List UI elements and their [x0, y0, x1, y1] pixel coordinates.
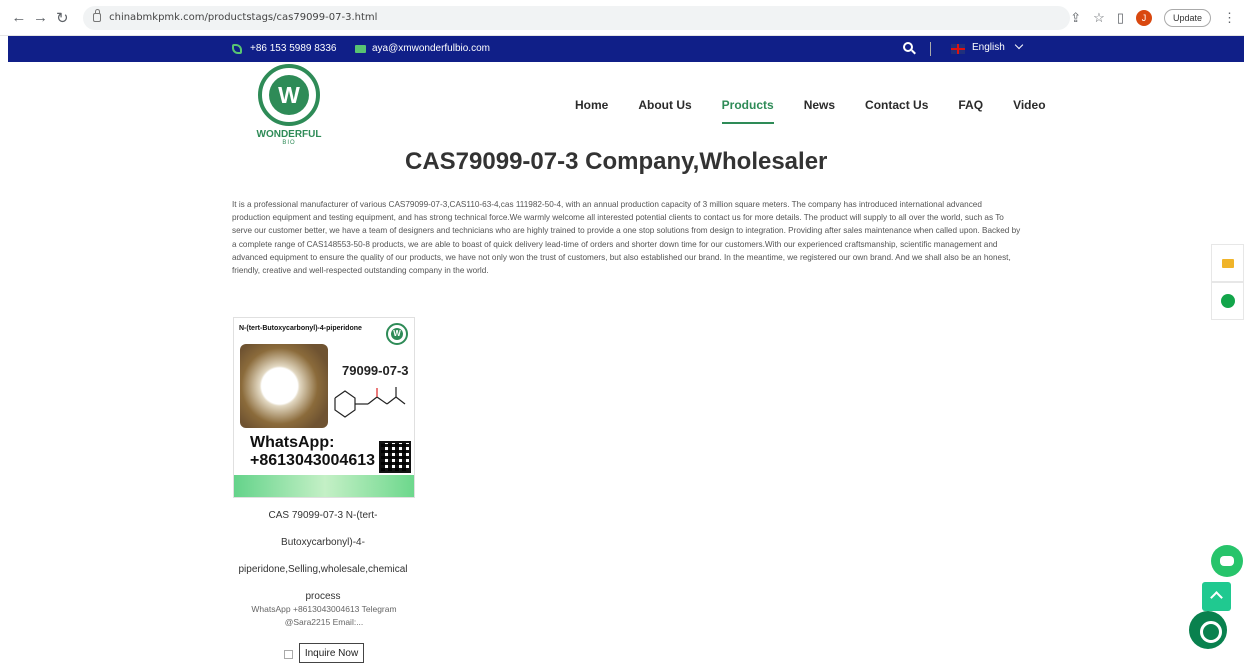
product-photo	[240, 344, 328, 428]
image-green-band	[234, 475, 414, 497]
product-summary-line: WhatsApp +8613043004613 Telegram	[251, 604, 397, 614]
browser-actions: ⇪ ☆ ▯ J Update ⋮	[1070, 8, 1236, 27]
image-whatsapp-label: WhatsApp:	[250, 434, 335, 451]
product-name-link[interactable]: CAS 79099-07-3 N-(tert- Butoxycarbonyl)-…	[232, 502, 414, 610]
phone-icon	[232, 43, 242, 54]
browser-toolbar: ← → ↻ chinabmkpmk.com/productstags/cas79…	[0, 0, 1244, 36]
email-contact[interactable]: aya@xmwonderfulbio.com	[355, 43, 490, 54]
chevron-down-icon[interactable]	[1014, 40, 1024, 50]
image-cas-number: 79099-07-3	[342, 363, 409, 378]
product-checkbox[interactable]	[284, 650, 293, 659]
page-description: It is a professional manufacturer of var…	[232, 200, 1021, 276]
image-logo-letter: W	[391, 328, 403, 340]
chat-bubble-icon[interactable]	[1211, 545, 1243, 577]
image-whatsapp: WhatsApp: +8613043004613	[250, 434, 375, 470]
side-whatsapp-button[interactable]	[1211, 282, 1244, 320]
nav-products[interactable]: Products	[707, 98, 789, 124]
search-icon[interactable]	[903, 42, 913, 52]
phone-contact[interactable]: +86 153 5989 8336	[232, 43, 336, 54]
image-product-title: N-(tert-Butoxycarbonyl)-4-piperidone	[239, 325, 362, 332]
product-name-line: Butoxycarbonyl)-4-	[281, 537, 365, 548]
phone-number: +86 153 5989 8336	[250, 43, 337, 54]
image-whatsapp-number: +8613043004613	[250, 452, 376, 469]
nav-about-us[interactable]: About Us	[623, 98, 706, 112]
support-chat-icon[interactable]	[1189, 611, 1227, 649]
reload-icon[interactable]: ↻	[51, 7, 73, 29]
main-nav: Home About Us Products News Contact Us F…	[560, 98, 1061, 124]
sidebar-icon[interactable]: ▯	[1117, 10, 1124, 26]
update-button[interactable]: Update	[1163, 8, 1211, 27]
uk-flag-icon[interactable]	[951, 44, 965, 54]
logo-circle: W	[258, 64, 320, 126]
star-icon[interactable]: ☆	[1093, 10, 1105, 26]
profile-avatar[interactable]: J	[1135, 9, 1152, 26]
separator	[930, 42, 931, 56]
address-bar[interactable]: chinabmkpmk.com/productstags/cas79099-07…	[83, 5, 1071, 30]
site-logo[interactable]: W WONDERFUL BIO	[254, 64, 324, 154]
nav-home[interactable]: Home	[560, 98, 623, 112]
nav-faq[interactable]: FAQ	[943, 98, 998, 112]
top-contact-bar: +86 153 5989 8336 aya@xmwonderfulbio.com…	[8, 36, 1244, 62]
inquire-now-button[interactable]: Inquire Now	[299, 643, 364, 663]
mail-icon	[1221, 258, 1234, 268]
nav-news[interactable]: News	[789, 98, 850, 112]
page-title: CAS79099-07-3 Company,Wholesaler	[405, 148, 828, 175]
image-logo-icon: W	[386, 323, 408, 345]
forward-arrow-icon[interactable]: →	[30, 7, 52, 29]
language-selector[interactable]: English	[972, 42, 1005, 53]
side-email-button[interactable]	[1211, 244, 1244, 282]
product-summary: WhatsApp +8613043004613 Telegram @Sara22…	[236, 603, 412, 629]
product-name-line: piperidone,Selling,wholesale,chemical	[238, 564, 408, 575]
share-icon[interactable]: ⇪	[1070, 10, 1081, 26]
nav-contact-us[interactable]: Contact Us	[850, 98, 943, 112]
product-summary-line: @Sara2215 Email:...	[284, 617, 364, 627]
whatsapp-icon	[1220, 294, 1235, 308]
logo-letter: W	[269, 75, 309, 115]
back-to-top-button[interactable]	[1202, 582, 1231, 611]
qr-code	[379, 441, 411, 473]
more-vertical-icon[interactable]: ⋮	[1223, 10, 1236, 26]
nav-video[interactable]: Video	[998, 98, 1060, 112]
back-arrow-icon[interactable]: ←	[8, 7, 30, 29]
logo-name: WONDERFUL	[256, 129, 322, 140]
molecule-icon	[334, 387, 406, 418]
logo-sub: BIO	[282, 140, 296, 146]
lock-icon	[93, 9, 102, 22]
email-address: aya@xmwonderfulbio.com	[372, 43, 490, 54]
mail-icon	[355, 44, 366, 53]
product-image[interactable]: N-(tert-Butoxycarbonyl)-4-piperidone W 7…	[233, 317, 415, 498]
url-text: chinabmkpmk.com/productstags/cas79099-07…	[109, 12, 378, 23]
product-name-line: CAS 79099-07-3 N-(tert-	[268, 510, 378, 521]
